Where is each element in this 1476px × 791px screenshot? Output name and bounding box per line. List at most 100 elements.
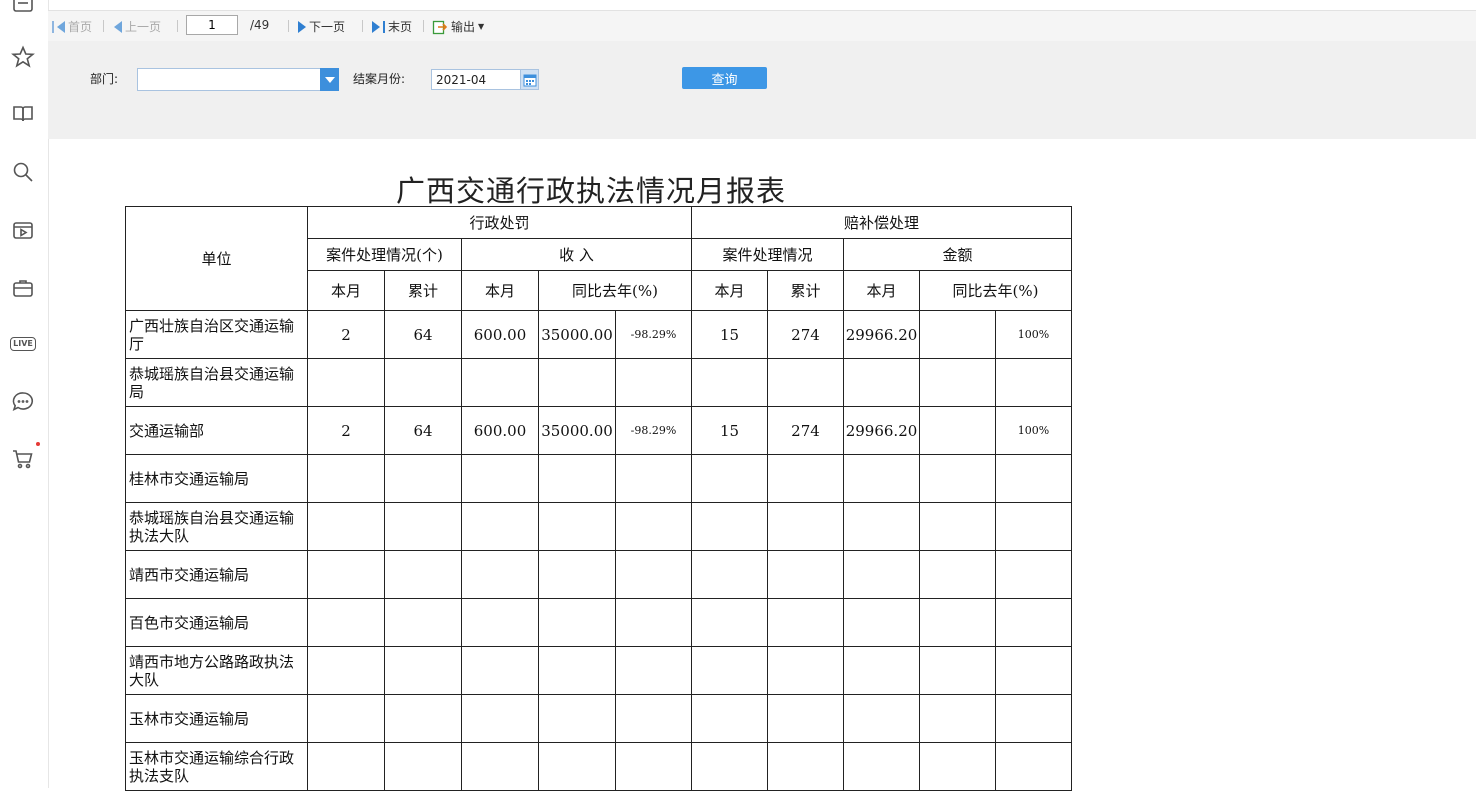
value-cell <box>919 406 996 455</box>
value-cell <box>691 502 768 551</box>
value-cell: 2 <box>307 310 385 359</box>
page-total: /49 <box>250 18 270 32</box>
department-dropdown-button[interactable] <box>320 68 339 91</box>
value-cell <box>615 646 692 695</box>
unit-cell: 玉林市交通运输综合行政执法支队 <box>125 742 308 791</box>
report-toolbar: 首页 上一页 /49 下一页 末页 输出 ▼ <box>48 10 1476 42</box>
value-cell <box>307 502 385 551</box>
value-cell <box>767 358 844 407</box>
unit-cell: 广西壮族自治区交通运输厅 <box>125 310 308 359</box>
value-cell <box>919 502 996 551</box>
value-cell <box>615 598 692 647</box>
value-cell: 2 <box>307 406 385 455</box>
book-icon[interactable] <box>10 101 36 127</box>
first-page-button[interactable]: 首页 <box>52 18 92 35</box>
live-icon[interactable]: LIVE <box>10 331 36 357</box>
month-input[interactable] <box>431 69 523 90</box>
next-page-icon <box>298 20 306 33</box>
value-cell <box>461 694 539 743</box>
unit-cell: 百色市交通运输局 <box>125 598 308 647</box>
department-label: 部门: <box>90 72 119 86</box>
cart-icon[interactable] <box>10 446 36 472</box>
chat-icon[interactable] <box>10 389 36 415</box>
value-cell: -98.29% <box>615 406 692 455</box>
comp-cases-header: 案件处理情况 <box>691 238 844 271</box>
value-cell <box>691 550 768 599</box>
table-row: 桂林市交通运输局 <box>125 454 1072 503</box>
value-cell <box>461 742 539 791</box>
calendar-button[interactable] <box>520 69 539 90</box>
next-page-button[interactable]: 下一页 <box>298 18 345 35</box>
value-cell <box>995 598 1072 647</box>
value-cell <box>307 646 385 695</box>
query-button[interactable]: 查询 <box>682 67 767 89</box>
table-row: 靖西市地方公路路政执法大队 <box>125 646 1072 695</box>
video-icon[interactable] <box>10 217 36 243</box>
unit-cell: 靖西市地方公路路政执法大队 <box>125 646 308 695</box>
value-cell <box>384 454 462 503</box>
unit-cell: 恭城瑶族自治县交通运输执法大队 <box>125 502 308 551</box>
value-cell <box>691 694 768 743</box>
value-cell <box>538 694 616 743</box>
value-cell <box>538 454 616 503</box>
department-select[interactable] <box>137 68 330 91</box>
value-cell <box>995 742 1072 791</box>
value-cell <box>461 598 539 647</box>
value-cell <box>767 694 844 743</box>
value-cell <box>843 358 920 407</box>
value-cell: 29966.20 <box>843 406 920 455</box>
toolbar-divider <box>103 20 104 32</box>
value-cell <box>995 646 1072 695</box>
value-cell <box>615 550 692 599</box>
briefcase-icon[interactable] <box>10 275 36 301</box>
value-cell <box>843 502 920 551</box>
value-cell <box>384 502 462 551</box>
value-cell <box>615 742 692 791</box>
table-row: 靖西市交通运输局 <box>125 550 1072 599</box>
value-cell <box>767 502 844 551</box>
value-cell <box>995 358 1072 407</box>
month-label: 结案月份: <box>353 72 406 86</box>
value-cell: 274 <box>767 310 844 359</box>
search-icon[interactable] <box>10 159 36 185</box>
value-cell <box>995 502 1072 551</box>
value-cell <box>461 454 539 503</box>
page-number-input[interactable] <box>186 15 238 35</box>
value-cell: 35000.00 <box>538 406 616 455</box>
report-table: 单位 行政处罚 赔补偿处理 案件处理情况(个) 收 入 案件处理情况 金额 本月… <box>125 206 1072 791</box>
value-cell <box>461 502 539 551</box>
value-cell <box>767 454 844 503</box>
value-cell <box>691 742 768 791</box>
table-row: 恭城瑶族自治县交通运输执法大队 <box>125 502 1072 551</box>
value-cell <box>384 598 462 647</box>
value-cell <box>538 502 616 551</box>
first-page-label: 首页 <box>68 20 93 34</box>
value-cell <box>307 358 385 407</box>
prev-page-label: 上一页 <box>125 20 162 34</box>
value-cell <box>995 550 1072 599</box>
list-icon[interactable] <box>10 0 36 16</box>
export-button[interactable]: 输出 ▼ <box>432 18 484 35</box>
star-icon[interactable] <box>10 44 36 70</box>
prev-page-button[interactable]: 上一页 <box>114 18 161 35</box>
next-page-label: 下一页 <box>309 20 346 34</box>
value-cell <box>538 598 616 647</box>
value-cell <box>538 550 616 599</box>
value-cell <box>384 694 462 743</box>
table-row: 玉林市交通运输局 <box>125 694 1072 743</box>
value-cell <box>538 358 616 407</box>
value-cell <box>691 598 768 647</box>
value-cell: 100% <box>995 310 1072 359</box>
value-cell <box>767 646 844 695</box>
col-header-yoy: 同比去年(%) <box>538 270 692 311</box>
col-header-month: 本月 <box>843 270 920 311</box>
value-cell <box>843 550 920 599</box>
last-page-button[interactable]: 末页 <box>372 18 412 35</box>
table-row: 交通运输部 2 64 600.00 35000.00 -98.29% 15 274 29966.… <box>125 406 1072 455</box>
unit-cell: 恭城瑶族自治县交通运输局 <box>125 358 308 407</box>
value-cell <box>995 694 1072 743</box>
value-cell: 274 <box>767 406 844 455</box>
value-cell <box>995 454 1072 503</box>
table-row: 广西壮族自治区交通运输厅 2 64 600.00 35000.00 -98.29% 15 27… <box>125 310 1072 359</box>
value-cell <box>384 550 462 599</box>
